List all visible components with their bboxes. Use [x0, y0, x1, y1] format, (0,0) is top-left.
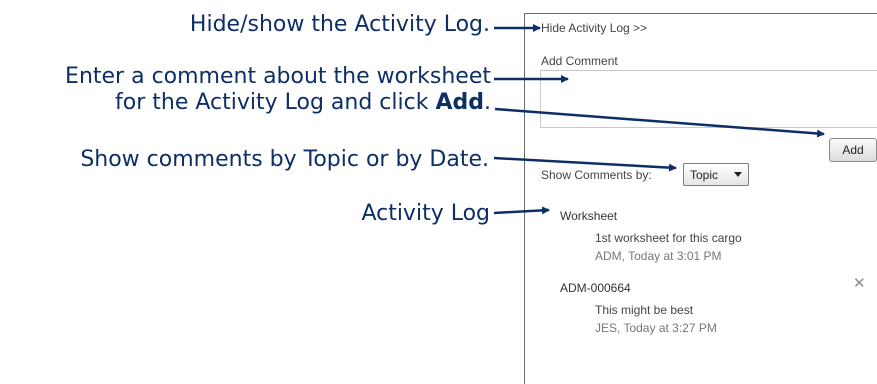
- add-button[interactable]: Add: [829, 138, 877, 162]
- callout-line2-period: .: [484, 90, 491, 115]
- callout-enter-comment: Enter a comment about the worksheet for …: [65, 64, 491, 116]
- callout-activity-log-text: Activity Log: [361, 201, 490, 226]
- callout-add-bold: Add: [435, 90, 484, 115]
- show-comments-selected: Topic: [690, 167, 719, 182]
- entry-text: This might be best: [595, 303, 694, 317]
- callout-line2-text: for the Activity Log and click: [115, 90, 436, 115]
- activity-log-panel: Hide Activity Log >> Add Comment Add Sho…: [524, 13, 877, 384]
- hide-activity-log-link[interactable]: Hide Activity Log >>: [541, 21, 647, 35]
- callout-enter-comment-line2: for the Activity Log and click Add.: [65, 90, 491, 116]
- callout-show-comments: Show comments by Topic or by Date.: [80, 147, 489, 173]
- callout-hide-show-text: Hide/show the Activity Log.: [189, 12, 490, 37]
- add-comment-label: Add Comment: [541, 54, 618, 68]
- entry-text: 1st worksheet for this cargo: [595, 231, 742, 245]
- callout-hide-show: Hide/show the Activity Log.: [190, 12, 490, 38]
- callout-enter-comment-line1: Enter a comment about the worksheet: [65, 64, 491, 89]
- show-comments-label: Show Comments by:: [541, 168, 652, 182]
- caret-down-icon: [734, 172, 742, 177]
- callout-show-comments-text: Show comments by Topic or by Date.: [80, 147, 489, 172]
- entry-meta: ADM, Today at 3:01 PM: [595, 249, 722, 263]
- entry-meta: JES, Today at 3:27 PM: [595, 321, 717, 335]
- entry-topic: ADM-000664: [560, 281, 631, 295]
- show-comments-select[interactable]: Topic: [683, 163, 749, 186]
- callout-activity-log: Activity Log: [361, 201, 490, 227]
- close-x-icon[interactable]: ✕: [853, 276, 866, 291]
- entry-topic: Worksheet: [560, 209, 618, 223]
- comment-input[interactable]: [540, 70, 877, 128]
